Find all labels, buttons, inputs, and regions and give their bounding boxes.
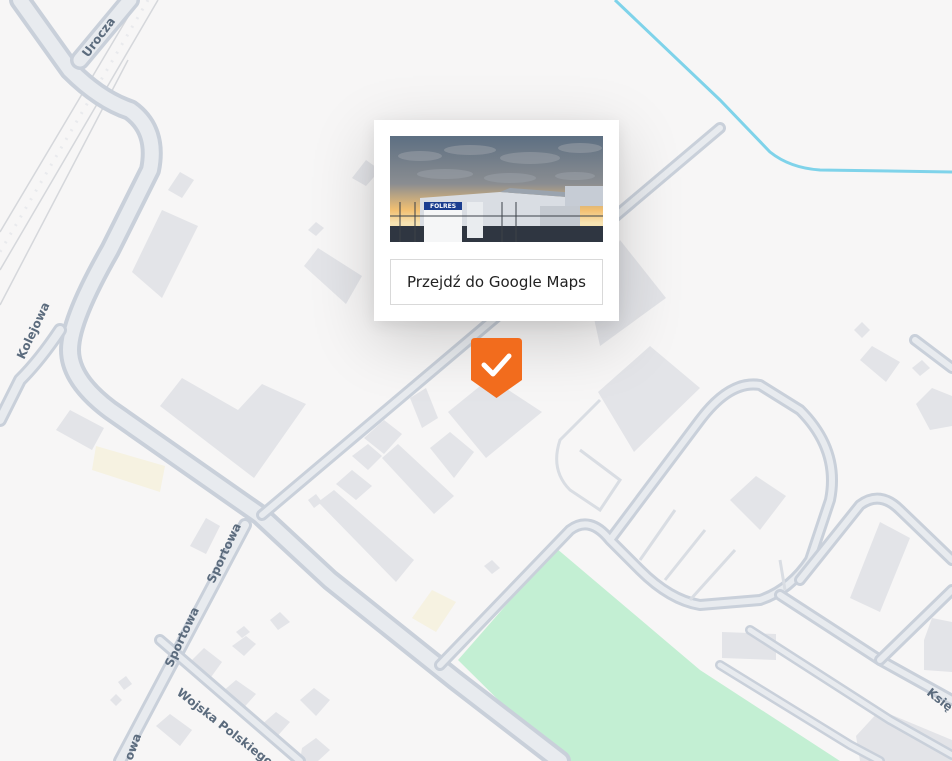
location-marker[interactable] [471,338,522,400]
info-window: FOLRES Przejdź do Google Maps [374,120,619,321]
sign-text: FOLRES [430,203,456,210]
warehouse-photo: FOLRES [390,136,603,242]
open-google-maps-button[interactable]: Przejdź do Google Maps [390,259,603,305]
